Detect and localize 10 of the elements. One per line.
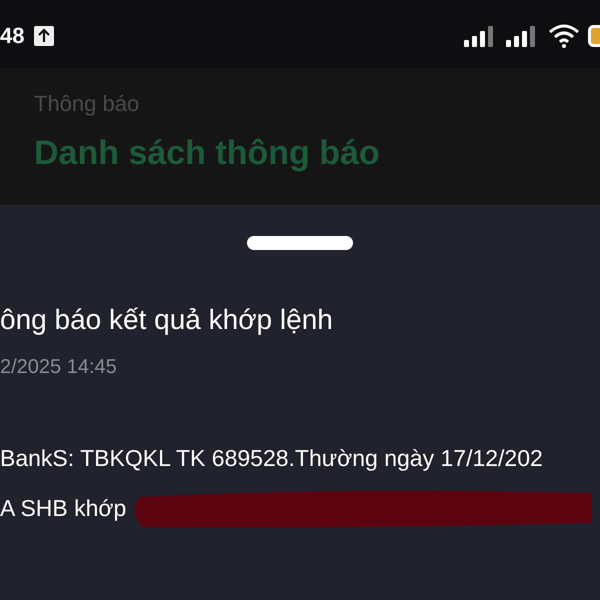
battery-icon [588, 25, 600, 47]
notification-title: ông báo kết quả khớp lệnh [0, 303, 334, 337]
drag-handle[interactable] [247, 236, 353, 250]
notification-timestamp: 2/2025 14:45 [0, 355, 118, 380]
wifi-icon [548, 24, 580, 48]
message-line: A SHB khớp [0, 494, 126, 524]
message-line: BankS: TBKQKL TK 689528.Thường ngày 17/12/202 [0, 444, 543, 473]
status-time: 48 [0, 25, 24, 47]
upload-icon [34, 26, 54, 46]
page-title: Danh sách thông báo [34, 132, 381, 174]
